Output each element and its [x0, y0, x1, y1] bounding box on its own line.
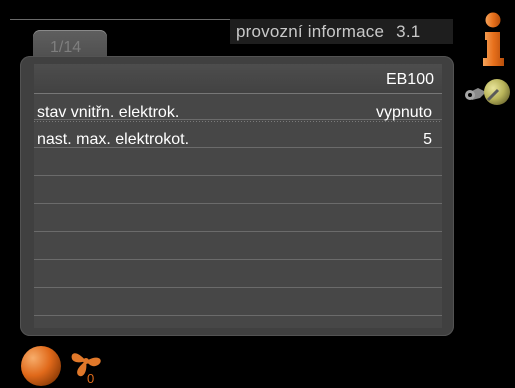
menu-title-bar: provozní informace 3.1 [230, 19, 453, 44]
fan-speed-value: 0 [87, 371, 95, 386]
row-value-heater-status: vypnuto [375, 104, 432, 121]
top-divider [10, 19, 235, 20]
panel-header [34, 64, 442, 94]
globe-icon[interactable] [20, 345, 62, 387]
info-icon[interactable] [480, 12, 506, 68]
row-value-max-heater: 5 [423, 131, 432, 148]
menu-title: provozní informace [236, 22, 385, 41]
display-screen: provozní informace 3.1 1/14 EB100 stav vn… [0, 0, 515, 388]
row-label-heater-status: stav vnitřn. elektrok. [37, 104, 180, 121]
menu-number: 3.1 [396, 22, 421, 41]
panel-title: EB100 [385, 71, 434, 88]
tools-icon[interactable] [464, 74, 514, 110]
page-indicator: 1/14 [50, 39, 82, 56]
row-label-max-heater: nast. max. elektrokot. [37, 131, 190, 148]
fan-icon[interactable] [66, 343, 106, 388]
